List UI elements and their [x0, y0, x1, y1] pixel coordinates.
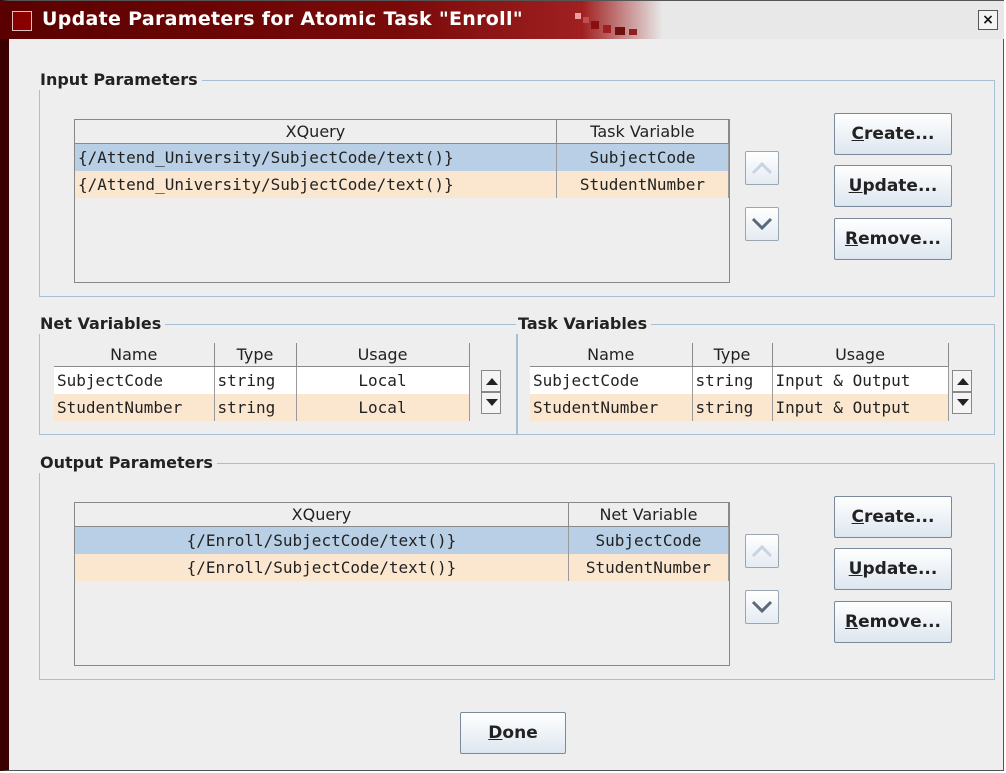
variable-cell: SubjectCode	[568, 526, 730, 554]
variable-cell: StudentNumber	[568, 554, 730, 581]
xquery-cell: {/Enroll/SubjectCode/text()}	[75, 526, 569, 554]
task-variables-label: Task Variables	[516, 314, 652, 334]
usage-cell: Input & Output	[772, 394, 949, 421]
output-parameters-group: Output Parameters XQuery Net Variable {/…	[38, 453, 995, 680]
move-down-icon	[751, 600, 773, 614]
create-output-button[interactable]: Create...	[834, 496, 952, 538]
scroll-up-button[interactable]	[952, 370, 972, 392]
type-cell: string	[692, 366, 773, 394]
move-up-button[interactable]	[745, 151, 779, 185]
title-bar[interactable]: Update Parameters for Atomic Task "Enrol…	[0, 1, 1004, 39]
input-parameters-label: Input Parameters	[38, 70, 202, 90]
xquery-cell: {/Attend_University/SubjectCode/text()}	[75, 143, 557, 171]
table-row[interactable]: SubjectCode string Local	[54, 366, 470, 394]
usage-cell: Local	[296, 366, 470, 394]
close-button[interactable]: ×	[978, 10, 998, 30]
title-decoration-icon	[575, 13, 637, 35]
variable-cell: SubjectCode	[556, 143, 730, 171]
table-row[interactable]: {/Attend_University/SubjectCode/text()} …	[75, 171, 730, 198]
column-header-task-variable[interactable]: Task Variable	[556, 120, 730, 144]
column-header-usage[interactable]: Usage	[296, 343, 470, 367]
name-cell: SubjectCode	[530, 366, 693, 394]
xquery-cell: {/Attend_University/SubjectCode/text()}	[75, 171, 557, 198]
usage-cell: Input & Output	[772, 366, 949, 394]
column-header-xquery[interactable]: XQuery	[75, 503, 569, 527]
window-menu-icon[interactable]	[12, 11, 32, 31]
type-cell: string	[692, 394, 773, 421]
scroll-down-button[interactable]	[481, 392, 501, 414]
table-row[interactable]: StudentNumber string Input & Output	[530, 394, 949, 421]
net-variables-scrollbar[interactable]	[481, 370, 501, 414]
move-up-icon	[751, 161, 773, 175]
update-output-button[interactable]: Update...	[834, 548, 952, 590]
scroll-down-icon	[486, 399, 498, 406]
move-up-button[interactable]	[745, 534, 779, 568]
table-row[interactable]: StudentNumber string Local	[54, 394, 470, 421]
scroll-down-icon	[957, 399, 969, 406]
task-variables-table[interactable]: Name Type Usage SubjectCode string Input…	[530, 343, 949, 426]
table-row[interactable]: {/Attend_University/SubjectCode/text()} …	[75, 143, 730, 171]
dialog-window: Update Parameters for Atomic Task "Enrol…	[0, 0, 1004, 771]
variable-cell: StudentNumber	[556, 171, 730, 198]
scroll-up-icon	[957, 378, 969, 385]
column-header-net-variable[interactable]: Net Variable	[568, 503, 730, 527]
column-header-name[interactable]: Name	[530, 343, 693, 367]
create-input-button[interactable]: Create...	[834, 113, 952, 155]
done-button[interactable]: Done	[460, 712, 566, 754]
xquery-cell: {/Enroll/SubjectCode/text()}	[75, 554, 569, 581]
window-title: Update Parameters for Atomic Task "Enrol…	[42, 8, 523, 30]
scroll-up-button[interactable]	[481, 370, 501, 392]
column-header-type[interactable]: Type	[214, 343, 297, 367]
name-cell: StudentNumber	[54, 394, 215, 421]
scroll-up-icon	[486, 378, 498, 385]
table-row[interactable]: {/Enroll/SubjectCode/text()} SubjectCode	[75, 526, 730, 554]
net-variables-label: Net Variables	[38, 314, 166, 334]
output-parameters-table[interactable]: XQuery Net Variable {/Enroll/SubjectCode…	[74, 502, 730, 666]
column-header-type[interactable]: Type	[692, 343, 773, 367]
remove-input-button[interactable]: Remove...	[834, 218, 952, 260]
move-down-icon	[751, 217, 773, 231]
input-parameters-table[interactable]: XQuery Task Variable {/Attend_University…	[74, 119, 730, 283]
move-down-button[interactable]	[745, 590, 779, 624]
scroll-down-button[interactable]	[952, 392, 972, 414]
table-row[interactable]: SubjectCode string Input & Output	[530, 366, 949, 394]
column-header-xquery[interactable]: XQuery	[75, 120, 557, 144]
input-parameters-group: Input Parameters XQuery Task Variable {/…	[38, 70, 995, 297]
name-cell: SubjectCode	[54, 366, 215, 394]
net-variables-group: Net Variables Name Type Usage SubjectCod…	[38, 314, 517, 435]
task-variables-scrollbar[interactable]	[952, 370, 972, 414]
name-cell: StudentNumber	[530, 394, 693, 421]
move-up-icon	[751, 544, 773, 558]
column-header-name[interactable]: Name	[54, 343, 215, 367]
move-down-button[interactable]	[745, 207, 779, 241]
type-cell: string	[214, 394, 297, 421]
close-icon: ×	[982, 12, 994, 28]
task-variables-group: Task Variables Name Type Usage SubjectCo…	[516, 314, 995, 435]
usage-cell: Local	[296, 394, 470, 421]
output-parameters-label: Output Parameters	[38, 453, 217, 473]
table-row[interactable]: {/Enroll/SubjectCode/text()} StudentNumb…	[75, 554, 730, 581]
update-input-button[interactable]: Update...	[834, 165, 952, 207]
net-variables-table[interactable]: Name Type Usage SubjectCode string Local…	[54, 343, 491, 426]
type-cell: string	[214, 366, 297, 394]
column-header-usage[interactable]: Usage	[772, 343, 949, 367]
remove-output-button[interactable]: Remove...	[834, 601, 952, 643]
